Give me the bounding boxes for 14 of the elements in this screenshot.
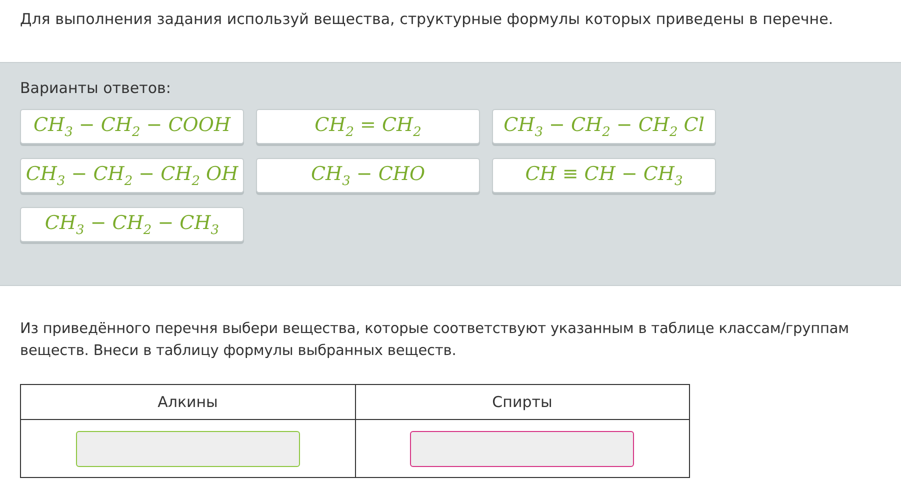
question-text: Из приведённого перечня выбери вещества, которые соответствуют указанным в таблице классам/группам веществ. Внеси в таблицу формулы выбранных веществ. [20,320,850,361]
formula-option[interactable]: CH ≡ CH − CH$_{3}$ [492,158,716,193]
answer-field[interactable] [410,430,634,466]
formula-option[interactable]: CH$_{3}$ − CH$_{2}$ − COOH [20,109,244,144]
formula-option[interactable]: CH$_{2}$ = CH$_{2}$ [256,109,480,144]
column-header: Алкины [20,384,355,420]
formula-option[interactable]: CH$_{3}$ − CH$_{2}$ − CH$_{2}$ Cl [492,109,716,144]
instruction-text: Для выполнения задания используй вещества, структурные формулы которых приведены в перечне. [20,9,834,30]
formula-option[interactable]: CH$_{3}$ − CHO [256,158,480,193]
formula-option[interactable]: CH$_{3}$ − CH$_{2}$ − CH$_{2}$ OH [20,158,244,193]
column-header: Спирты [355,384,690,420]
formula-option[interactable]: CH$_{3}$ − CH$_{2}$ − CH$_{3}$ [20,207,244,242]
answer-field[interactable] [76,430,300,466]
options-title: Варианты ответов: [20,79,172,97]
